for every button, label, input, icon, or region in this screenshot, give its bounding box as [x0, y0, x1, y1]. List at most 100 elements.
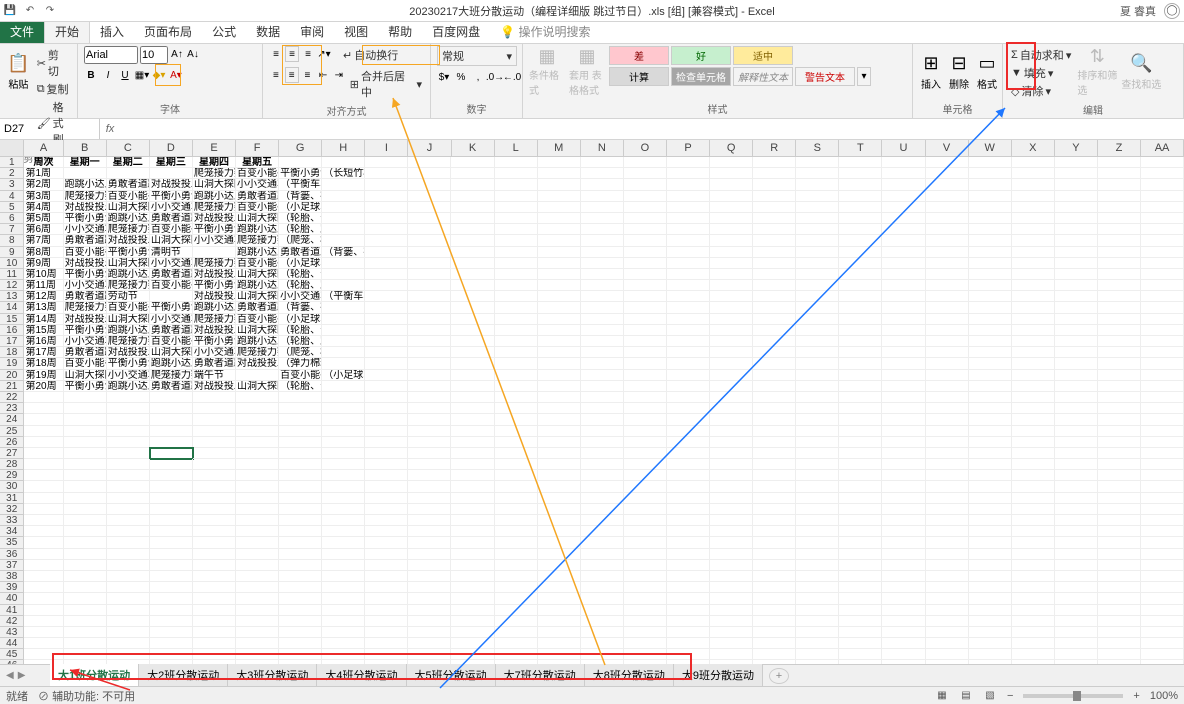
cell[interactable] [839, 224, 882, 235]
cell[interactable] [365, 504, 408, 515]
cell[interactable] [193, 470, 236, 481]
cell[interactable]: 跑跳小达人 [193, 191, 236, 202]
cell[interactable] [1141, 638, 1184, 649]
cell[interactable] [796, 560, 839, 571]
cell[interactable] [926, 258, 969, 269]
cell[interactable] [667, 593, 710, 604]
cell[interactable]: 小小交通车 [236, 179, 279, 190]
cell[interactable]: 平衡小勇士 [193, 224, 236, 235]
cell[interactable] [365, 459, 408, 470]
cell[interactable] [365, 202, 408, 213]
cell[interactable] [753, 302, 796, 313]
cell[interactable] [1055, 280, 1098, 291]
cell[interactable] [408, 481, 451, 492]
cell[interactable] [667, 202, 710, 213]
cell[interactable] [1141, 459, 1184, 470]
cell[interactable] [581, 526, 624, 537]
cell[interactable] [581, 157, 624, 168]
cell[interactable] [667, 605, 710, 616]
cell[interactable] [193, 537, 236, 548]
cell[interactable] [839, 347, 882, 358]
cell[interactable]: 对战投投乐 [64, 314, 107, 325]
cell[interactable] [1098, 426, 1141, 437]
cell[interactable] [1055, 247, 1098, 258]
cell[interactable] [1055, 381, 1098, 392]
cell[interactable] [538, 269, 581, 280]
cell[interactable] [753, 582, 796, 593]
cell[interactable] [538, 168, 581, 179]
cell[interactable] [1141, 481, 1184, 492]
cell[interactable] [322, 202, 365, 213]
cell[interactable] [753, 314, 796, 325]
cell[interactable] [926, 168, 969, 179]
cell[interactable] [322, 459, 365, 470]
cell[interactable] [753, 481, 796, 492]
align-bottom-icon[interactable]: ≡ [301, 46, 315, 62]
cell[interactable] [796, 336, 839, 347]
cell[interactable] [624, 437, 667, 448]
cell[interactable] [408, 414, 451, 425]
cell[interactable]: 第14周 [24, 314, 63, 325]
cell[interactable] [1098, 269, 1141, 280]
cell[interactable] [1012, 448, 1055, 459]
user-avatar-icon[interactable]: ◯ [1164, 3, 1180, 19]
cell[interactable] [322, 504, 365, 515]
cell[interactable] [64, 504, 107, 515]
increase-decimal-icon[interactable]: .0→ [488, 69, 502, 85]
cell[interactable] [24, 403, 63, 414]
cell[interactable] [1012, 493, 1055, 504]
cell[interactable] [107, 168, 150, 179]
cell[interactable] [1055, 481, 1098, 492]
cell[interactable] [710, 649, 753, 660]
cell[interactable] [365, 426, 408, 437]
cell[interactable] [624, 247, 667, 258]
cell[interactable] [107, 403, 150, 414]
cell[interactable] [150, 392, 193, 403]
cell[interactable] [279, 616, 322, 627]
cell[interactable] [1012, 157, 1055, 168]
cell[interactable] [408, 235, 451, 246]
cell[interactable] [710, 560, 753, 571]
cell[interactable] [279, 593, 322, 604]
cell[interactable]: 山洞大探险 [107, 314, 150, 325]
cell[interactable]: 山洞大探险 [64, 370, 107, 381]
row-header[interactable]: 12 [0, 280, 24, 291]
cell[interactable] [753, 549, 796, 560]
cell[interactable] [624, 537, 667, 548]
cell[interactable] [1098, 459, 1141, 470]
cell[interactable] [408, 515, 451, 526]
cell[interactable] [150, 593, 193, 604]
cell[interactable] [1012, 403, 1055, 414]
cell[interactable] [624, 224, 667, 235]
cell[interactable] [969, 437, 1012, 448]
cell[interactable] [107, 448, 150, 459]
cell[interactable] [408, 213, 451, 224]
cell[interactable] [451, 336, 494, 347]
cell[interactable] [1098, 537, 1141, 548]
cell[interactable] [64, 605, 107, 616]
cell[interactable] [624, 235, 667, 246]
cell[interactable] [796, 168, 839, 179]
cell[interactable] [710, 213, 753, 224]
sheet-nav-prev-icon[interactable]: ◀ [6, 670, 14, 681]
row-header[interactable]: 4 [0, 191, 24, 202]
cell[interactable] [193, 504, 236, 515]
cell[interactable] [279, 481, 322, 492]
cell[interactable] [451, 481, 494, 492]
cell[interactable] [1141, 370, 1184, 381]
cell[interactable]: 平衡小勇士 [193, 336, 236, 347]
cell[interactable] [495, 638, 538, 649]
row-header[interactable]: 22 [0, 392, 24, 403]
cell[interactable] [322, 426, 365, 437]
cell[interactable] [408, 314, 451, 325]
cell[interactable] [753, 593, 796, 604]
cell[interactable] [796, 426, 839, 437]
cell[interactable] [236, 627, 279, 638]
cell[interactable] [451, 280, 494, 291]
cell[interactable] [969, 403, 1012, 414]
cell[interactable] [753, 560, 796, 571]
cell[interactable] [236, 414, 279, 425]
cell[interactable] [193, 414, 236, 425]
cell[interactable] [796, 448, 839, 459]
cell[interactable] [882, 258, 925, 269]
